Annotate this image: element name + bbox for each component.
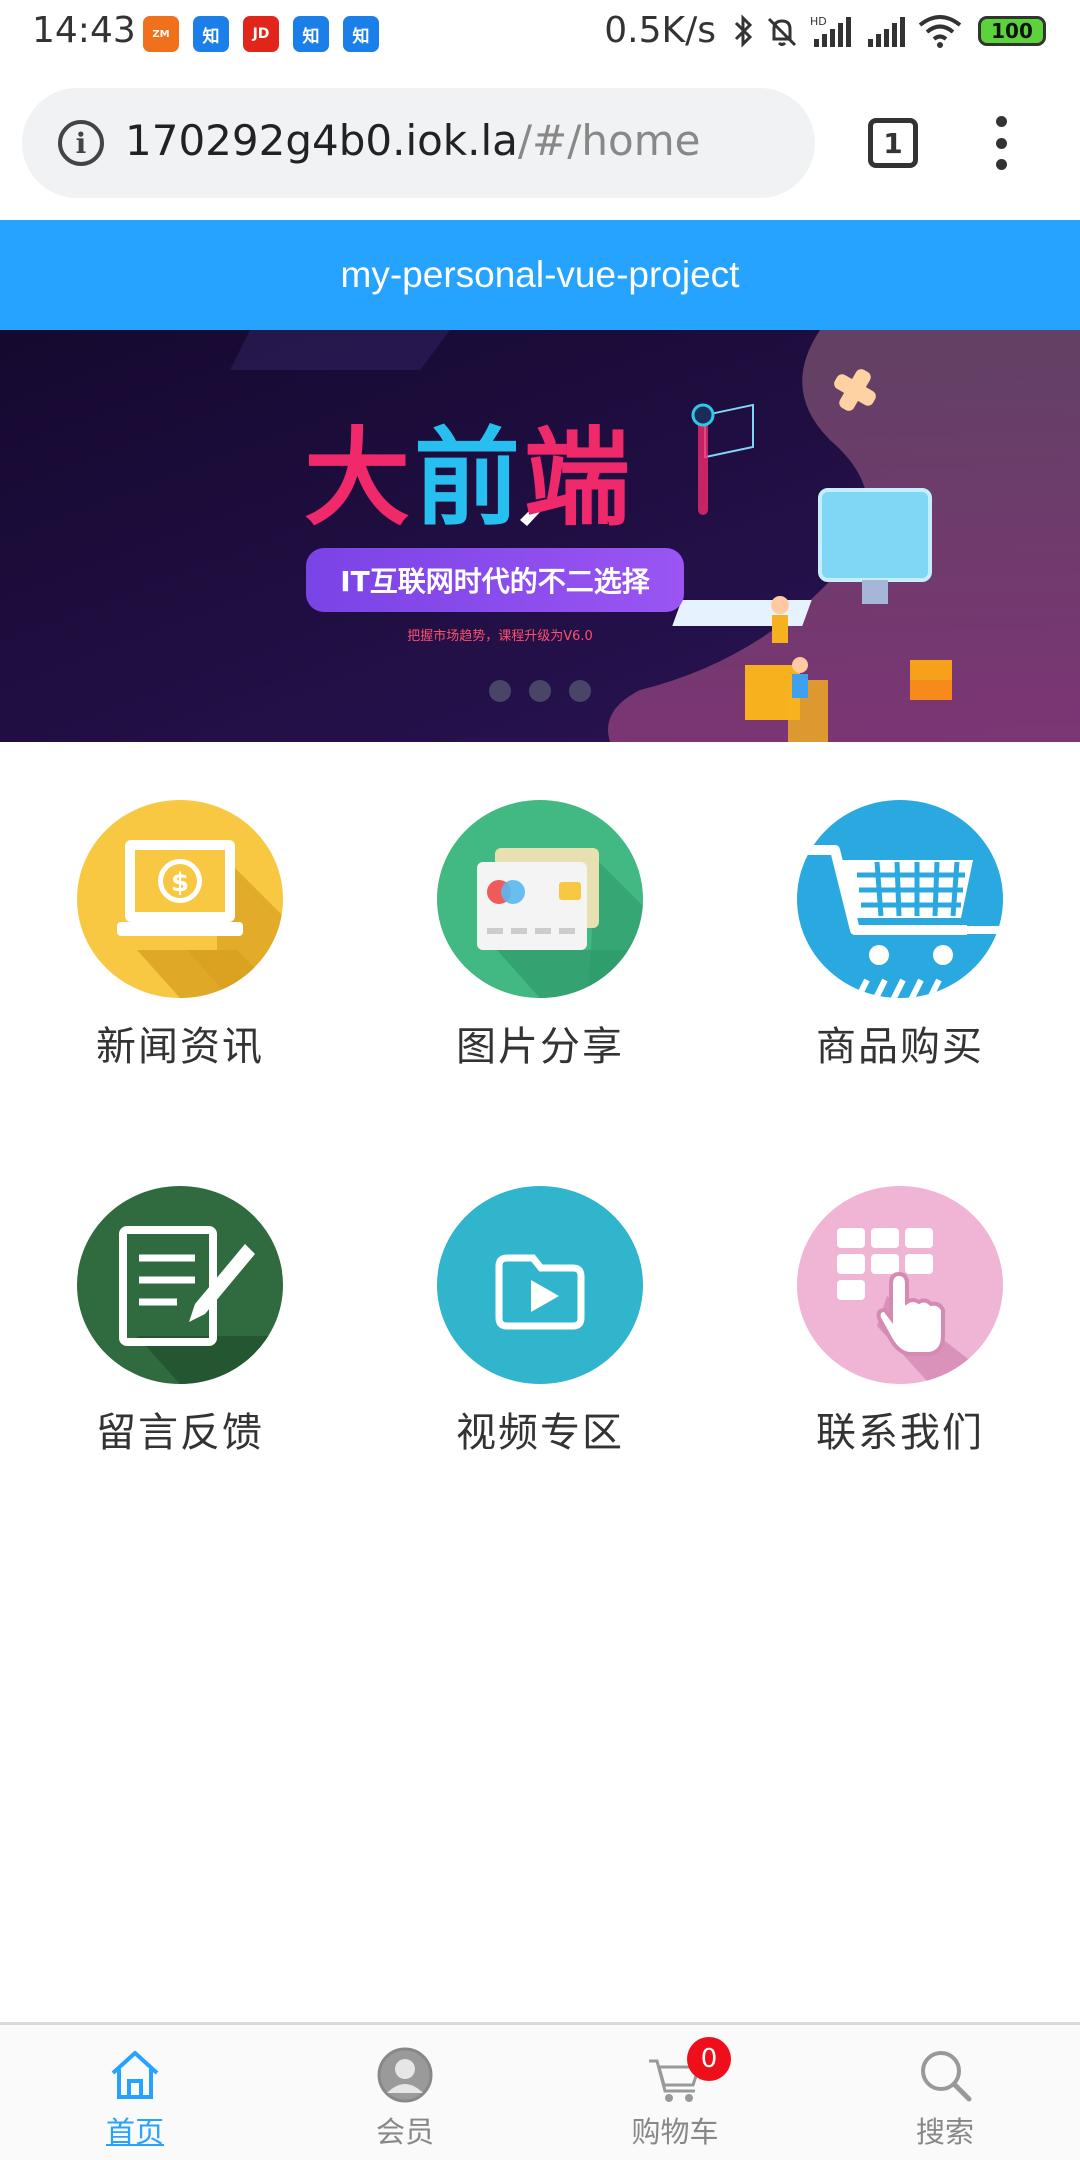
shopping-cart-icon (797, 800, 1003, 998)
tab-label: 会员 (375, 2115, 434, 2149)
grid-item-contact[interactable]: 联系我们 (720, 1128, 1080, 1458)
carousel-dot[interactable] (529, 680, 551, 702)
svg-text:$: $ (171, 868, 189, 898)
banner-title-char: 前 (414, 417, 524, 540)
status-time: 14:43 (32, 10, 136, 51)
signal-hd-icon: HD (810, 15, 851, 47)
notification-icons: ZM 知 JD 知 知 (143, 16, 379, 52)
carousel-dot[interactable] (489, 680, 511, 702)
url-host: 170292g4b0.iok.la (125, 116, 518, 165)
grid-item-news[interactable]: $ 新闻资讯 (0, 742, 360, 1072)
grid-label: 新闻资讯 (96, 1024, 264, 1070)
jd-icon: JD (243, 16, 279, 52)
wifi-icon (918, 14, 962, 48)
more-menu-icon[interactable] (993, 116, 1009, 170)
status-right: 0.5K/s HD 100 (604, 10, 1046, 51)
tab-search[interactable]: 搜索 (810, 2025, 1080, 2160)
search-icon (915, 2045, 975, 2105)
tab-switcher-button[interactable]: 1 (868, 118, 918, 168)
info-icon[interactable]: i (58, 120, 104, 166)
tab-member[interactable]: 会员 (270, 2025, 540, 2160)
signal-icon (868, 16, 905, 47)
grid-label: 商品购买 (816, 1024, 984, 1070)
grid-label: 视频专区 (456, 1410, 624, 1456)
app-header: my-personal-vue-project (0, 220, 1080, 330)
banner-subtitle: IT互联网时代的不二选择 (340, 565, 650, 598)
banner-title-char: 端 (524, 417, 634, 540)
url-path: /#/home (517, 116, 701, 165)
grid-label: 留言反馈 (96, 1410, 264, 1456)
grid-item-video[interactable]: 视频专区 (360, 1128, 720, 1458)
tab-label: 购物车 (631, 2115, 719, 2149)
banner-title-char: 大 (304, 417, 414, 540)
status-bar: 14:43 ZM 知 JD 知 知 0.5K/s HD 100 (0, 0, 1080, 66)
banner-subtitle-box: IT互联网时代的不二选择 (306, 548, 684, 612)
tab-label: 搜索 (915, 2115, 974, 2149)
address-bar[interactable]: i 170292g4b0.iok.la/#/home (22, 88, 815, 198)
battery-icon: 100 (978, 15, 1046, 46)
grid-item-feedback[interactable]: 留言反馈 (0, 1128, 360, 1458)
bluetooth-icon (734, 13, 753, 48)
grid-label: 图片分享 (456, 1024, 624, 1070)
banner-tagline: 把握市场趋势，课程升级为V6.0 (407, 629, 593, 644)
contact-keypad-icon (797, 1186, 1003, 1384)
app-zm-icon: ZM (143, 16, 179, 52)
video-folder-icon (437, 1186, 643, 1384)
url-text[interactable]: 170292g4b0.iok.la/#/home (125, 116, 700, 165)
carousel-dot[interactable] (569, 680, 591, 702)
browser-toolbar: i 170292g4b0.iok.la/#/home 1 (0, 66, 1080, 220)
home-icon (105, 2045, 165, 2105)
tab-label: 首页 (105, 2115, 164, 2149)
member-avatar-icon (375, 2045, 435, 2105)
zhihu-icon: 知 (343, 16, 379, 52)
carousel-indicators (489, 680, 591, 702)
grid-label: 联系我们 (816, 1410, 984, 1456)
photo-share-card-icon (437, 800, 643, 998)
zhihu-icon: 知 (193, 16, 229, 52)
net-speed: 0.5K/s (604, 10, 716, 51)
feedback-pen-icon (77, 1186, 283, 1384)
bottom-tab-bar: 首页 会员 0 购物车 搜索 (0, 2022, 1080, 2160)
grid-item-photos[interactable]: 图片分享 (360, 742, 720, 1072)
cart-badge: 0 (687, 2037, 731, 2081)
banner-title: 大前端 (304, 392, 634, 546)
zhihu-icon: 知 (293, 16, 329, 52)
banner-carousel[interactable]: 大前端 IT互联网时代的不二选择 把握市场趋势，课程升级为V6.0 (0, 330, 1080, 742)
grid-item-shop[interactable]: 商品购买 (720, 742, 1080, 1072)
page-title: my-personal-vue-project (340, 254, 740, 295)
tab-home[interactable]: 首页 (0, 2025, 270, 2160)
tab-cart[interactable]: 0 购物车 (540, 2025, 810, 2160)
cart-icon: 0 (645, 2037, 731, 2105)
mute-bell-icon (767, 17, 797, 46)
svg-text:HD: HD (810, 15, 827, 28)
news-laptop-icon: $ (77, 800, 283, 998)
